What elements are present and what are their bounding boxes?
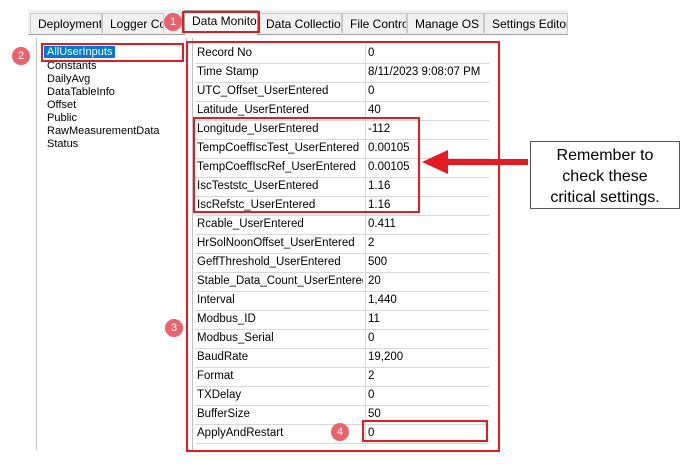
field-value[interactable]: 40 bbox=[368, 101, 486, 120]
callout-line-1: Remember to bbox=[556, 147, 654, 164]
field-value[interactable]: 2 bbox=[368, 367, 486, 386]
table-row: Rcable_UserEntered 0.411 bbox=[195, 215, 489, 235]
table-item-offset[interactable]: Offset bbox=[47, 99, 76, 111]
field-value[interactable]: 0.411 bbox=[368, 215, 486, 234]
field-name: Modbus_Serial bbox=[197, 332, 274, 344]
table-item-datatableinfo[interactable]: DataTableInfo bbox=[47, 86, 115, 98]
table-item-alluserinputs[interactable]: AllUserInputs bbox=[44, 46, 116, 58]
table-row: TXDelay 0 bbox=[195, 386, 489, 406]
field-value[interactable]: 11 bbox=[368, 310, 486, 329]
field-name: Longitude_UserEntered bbox=[197, 123, 319, 135]
tab-data-collection[interactable]: Data Collection bbox=[258, 13, 342, 33]
field-name: IscRefstc_UserEntered bbox=[197, 199, 316, 211]
tab-deployment[interactable]: Deployment bbox=[30, 13, 102, 33]
table-row: Stable_Data_Count_UserEntered 20 bbox=[195, 272, 489, 292]
callout-line-3: critical settings. bbox=[550, 189, 660, 206]
pane-divider bbox=[186, 38, 187, 450]
field-name: IscTeststc_UserEntered bbox=[197, 180, 319, 192]
field-name: BufferSize bbox=[197, 408, 250, 420]
field-name: HrSolNoonOffset_UserEntered bbox=[197, 237, 355, 249]
field-name: BaudRate bbox=[197, 351, 249, 363]
field-value[interactable]: 20 bbox=[368, 272, 486, 291]
tab-data-monitor[interactable]: Data Monitor bbox=[184, 10, 258, 35]
field-name: UTC_Offset_UserEntered bbox=[197, 85, 329, 97]
field-value[interactable]: 8/11/2023 9:08:07 PM bbox=[368, 63, 486, 82]
field-name: TXDelay bbox=[197, 389, 242, 401]
grid-left-border bbox=[192, 38, 193, 450]
step-badge-4: 4 bbox=[331, 423, 349, 441]
field-value[interactable]: 19,200 bbox=[368, 348, 486, 367]
step-badge-2: 2 bbox=[12, 47, 30, 65]
field-name: Time Stamp bbox=[197, 66, 259, 78]
table-row: Longitude_UserEntered -112 bbox=[195, 120, 489, 140]
field-value[interactable]: -112 bbox=[368, 120, 486, 139]
step-badge-3: 3 bbox=[165, 319, 183, 337]
table-row: Format 2 bbox=[195, 367, 489, 387]
field-name: Modbus_ID bbox=[197, 313, 256, 325]
table-row: GeffThreshold_UserEntered 500 bbox=[195, 253, 489, 273]
step-badge-1: 1 bbox=[164, 13, 182, 31]
table-row: UTC_Offset_UserEntered 0 bbox=[195, 82, 489, 102]
tab-manage-os[interactable]: Manage OS ★ bbox=[407, 13, 484, 33]
field-name: Latitude_UserEntered bbox=[197, 104, 309, 116]
table-row: IscRefstc_UserEntered 1.16 bbox=[195, 196, 489, 216]
field-value[interactable]: 0 bbox=[368, 329, 486, 348]
table-row: Modbus_ID 11 bbox=[195, 310, 489, 330]
table-item-rawmeasurementdata[interactable]: RawMeasurementData bbox=[47, 125, 160, 137]
field-value[interactable]: 50 bbox=[368, 405, 486, 424]
field-name: Interval bbox=[197, 294, 235, 306]
callout-line-2: check these bbox=[562, 168, 648, 185]
tab-logger-control[interactable]: Logger Con bbox=[102, 13, 164, 33]
field-name: Record No bbox=[197, 47, 252, 59]
field-value[interactable]: 500 bbox=[368, 253, 486, 272]
field-value[interactable]: 0 bbox=[368, 44, 486, 63]
field-value[interactable]: 0 bbox=[368, 386, 486, 405]
table-row: Time Stamp 8/11/2023 9:08:07 PM bbox=[195, 63, 489, 83]
field-value[interactable]: 0 bbox=[368, 82, 486, 101]
field-name: Format bbox=[197, 370, 234, 382]
table-row: BufferSize 50 bbox=[195, 405, 489, 425]
reminder-callout: Remember to check these critical setting… bbox=[530, 141, 680, 209]
table-row: BaudRate 19,200 bbox=[195, 348, 489, 368]
table-item-dailyavg[interactable]: DailyAvg bbox=[47, 73, 90, 85]
tab-file-control[interactable]: File Control bbox=[342, 13, 407, 33]
field-name: GeffThreshold_UserEntered bbox=[197, 256, 341, 268]
table-item-public[interactable]: Public bbox=[47, 112, 77, 124]
field-value[interactable]: 1.16 bbox=[368, 196, 486, 215]
tab-settings-editor[interactable]: Settings Editor bbox=[484, 13, 568, 33]
table-row: HrSolNoonOffset_UserEntered 2 bbox=[195, 234, 489, 254]
field-name: TempCoeffIscTest_UserEntered bbox=[197, 142, 360, 154]
table-row: IscTeststc_UserEntered 1.16 bbox=[195, 177, 489, 197]
table-item-constants[interactable]: Constants bbox=[47, 60, 97, 72]
table-row: Record No 0 bbox=[195, 44, 489, 64]
field-name: Rcable_UserEntered bbox=[197, 218, 304, 230]
table-row: Modbus_Serial 0 bbox=[195, 329, 489, 349]
table-row: Latitude_UserEntered 40 bbox=[195, 101, 489, 121]
field-value[interactable]: 1.16 bbox=[368, 177, 486, 196]
table-row: Interval 1,440 bbox=[195, 291, 489, 311]
field-name: TempCoeffIscRef_UserEntered bbox=[197, 161, 356, 173]
arrow-left-icon bbox=[422, 150, 528, 174]
field-value[interactable]: 1,440 bbox=[368, 291, 486, 310]
field-name: Stable_Data_Count_UserEntered bbox=[197, 275, 363, 287]
table-list-pane: AllUserInputs Constants DailyAvg DataTab… bbox=[36, 38, 187, 450]
field-value[interactable]: 0 bbox=[368, 424, 486, 443]
table-item-status[interactable]: Status bbox=[47, 138, 78, 150]
field-value[interactable]: 2 bbox=[368, 234, 486, 253]
tab-bar: Deployment Logger Con Data Monitor Data … bbox=[28, 10, 568, 35]
